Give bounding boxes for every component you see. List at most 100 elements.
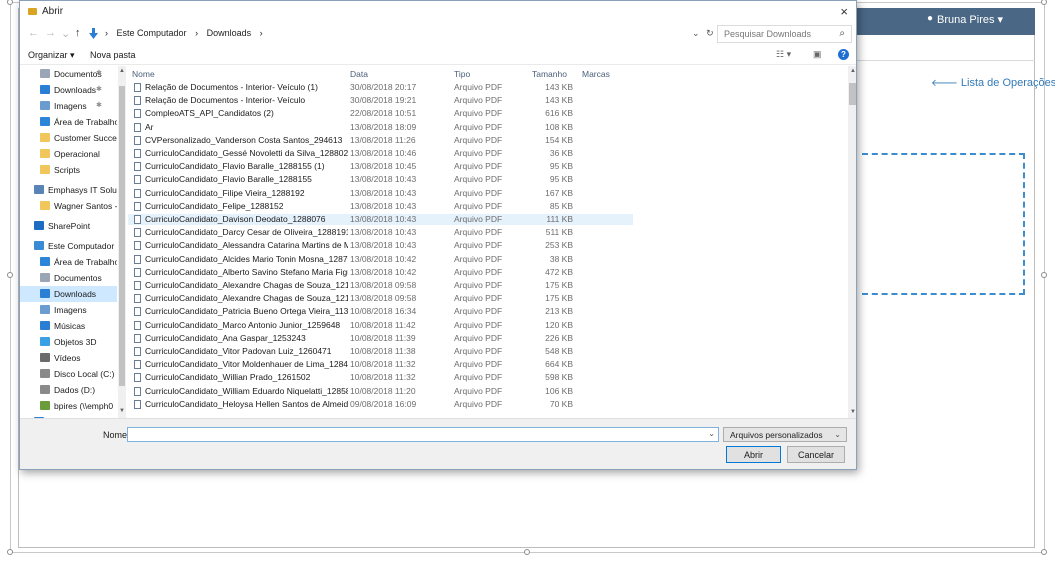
sidebar-item[interactable]: Vídeos (20, 350, 117, 366)
sidebar-item[interactable]: Scripts (20, 162, 117, 178)
sidebar-item[interactable]: Customer Success (20, 130, 117, 146)
file-row[interactable]: CurriculoCandidato_Darcy Cesar de Olivei… (128, 227, 633, 238)
file-row[interactable]: Ar 13/08/2018 18:09 Arquivo PDF 108 KB (128, 122, 633, 133)
sidebar-item[interactable]: Este Computador (20, 238, 117, 254)
sidebar-item[interactable]: Disco Local (C:) (20, 366, 117, 382)
file-row[interactable]: CurriculoCandidato_Ana Gaspar_1253243 10/… (128, 333, 633, 344)
up-arrow-icon[interactable]: ↑ (75, 27, 81, 39)
file-row[interactable]: CurriculoCandidato_Vitor Padovan Luiz_12… (128, 346, 633, 357)
sidebar-item[interactable]: Área de Trabalho (20, 254, 117, 270)
file-row[interactable]: CurriculoCandidato_Alessandra Catarina M… (128, 240, 633, 251)
file-name: CurriculoCandidato_Flavio Baralle_128815… (145, 161, 325, 172)
chevron-down-icon[interactable]: ⌄ (708, 429, 715, 438)
recent-locations-icon[interactable]: ⌄ (61, 27, 70, 40)
sidebar-item[interactable]: Downloads (20, 286, 117, 302)
sidebar-item[interactable]: Dados (D:) (20, 382, 117, 398)
file-row[interactable]: CompleoATS_API_Candidatos (2) 22/08/2018 … (128, 108, 633, 119)
file-row[interactable]: CurriculoCandidato_Alexandre Chagas de S… (128, 280, 633, 291)
breadcrumb-downloads[interactable]: Downloads (207, 28, 252, 38)
help-icon[interactable]: ? (838, 49, 849, 60)
sidebar-item[interactable]: bpires (\\emph0 (20, 398, 117, 414)
preview-pane-icon[interactable]: ▣ (813, 49, 822, 60)
back-arrow-icon[interactable]: ← (28, 27, 39, 39)
sidebar-item[interactable]: Operacional (20, 146, 117, 162)
arrow-left-icon: 🡐 (931, 78, 958, 89)
file-row[interactable]: CurriculoCandidato_Willian Prado_1261502… (128, 372, 633, 383)
breadcrumb-sep-icon: › (195, 28, 199, 38)
filename-input[interactable]: ⌄ (127, 427, 719, 442)
sidebar-item[interactable]: Músicas (20, 318, 117, 334)
address-bar[interactable]: › Este Computador › Downloads › (105, 25, 715, 43)
sidebar-item[interactable]: Documentos ✱ (20, 66, 117, 82)
file-list-scrollbar[interactable]: ▲ ▼ (848, 66, 856, 418)
scroll-down-icon[interactable]: ▼ (119, 408, 125, 414)
sidebar-item[interactable]: Emphasys IT Solutions (20, 182, 117, 198)
column-header-date[interactable]: Data (350, 69, 368, 79)
resize-handle-bottom-left[interactable] (7, 549, 13, 555)
resize-handle-bottom-center[interactable] (524, 549, 530, 555)
sidebar-item[interactable]: Área de Trabalho (20, 114, 117, 130)
file-row[interactable]: CurriculoCandidato_Flavio Baralle_128815… (128, 161, 633, 172)
sidebar-item[interactable]: Imagens (20, 302, 117, 318)
breadcrumb-sep-icon: › (259, 28, 263, 38)
search-input[interactable]: Pesquisar Downloads ⌕ (717, 25, 852, 43)
file-row[interactable]: CurriculoCandidato_Heloysa Hellen Santos… (128, 399, 633, 410)
organize-button[interactable]: Organizar ▾ (28, 50, 75, 61)
resize-handle-mid-right[interactable] (1041, 272, 1047, 278)
cancel-button[interactable]: Cancelar (787, 446, 845, 463)
file-size: 226 KB (545, 332, 573, 343)
file-row[interactable]: CurriculoCandidato_Felipe_1288152 13/08/2… (128, 201, 633, 212)
scrollbar-thumb[interactable] (849, 83, 856, 105)
sidebar-item[interactable]: Wagner Santos - Sh (20, 198, 117, 214)
scroll-up-icon[interactable]: ▲ (119, 68, 125, 74)
upload-dropzone[interactable] (862, 153, 1025, 295)
operations-list-link[interactable]: 🡐 Lista de Operações (931, 77, 1055, 89)
file-type: Arquivo PDF (454, 266, 503, 277)
file-row[interactable]: CurriculoCandidato_Marco Antonio Junior_… (128, 320, 633, 331)
header-divider (849, 60, 1035, 61)
close-icon[interactable]: × (840, 4, 848, 19)
chevron-down-icon[interactable]: ⌄ (692, 28, 700, 38)
file-row[interactable]: CVPersonalizado_Vanderson Costa Santos_2… (128, 135, 633, 146)
file-type: Arquivo PDF (454, 372, 503, 383)
file-row[interactable]: Relação de Documentos - Interior- Veícul… (128, 82, 633, 93)
scroll-up-icon[interactable]: ▲ (850, 68, 856, 74)
sidebar-item[interactable]: Documentos (20, 270, 117, 286)
file-row[interactable]: CurriculoCandidato_Vitor Moldenhauer de … (128, 359, 633, 370)
view-options-icon[interactable]: ☷ ▾ (776, 49, 791, 60)
file-row[interactable]: CurriculoCandidato_Gessé Novoletti da Si… (128, 148, 633, 159)
sidebar-item[interactable]: Imagens ✱ (20, 98, 117, 114)
resize-handle-mid-left[interactable] (7, 272, 13, 278)
scroll-down-icon[interactable]: ▼ (850, 409, 856, 415)
resize-handle-top-left[interactable] (7, 0, 13, 5)
file-row[interactable]: CurriculoCandidato_William Eduardo Nique… (128, 386, 633, 397)
refresh-icon[interactable]: ↻ (706, 28, 714, 38)
open-button[interactable]: Abrir (726, 446, 781, 463)
file-row[interactable]: CurriculoCandidato_Davison Deodato_12880… (128, 214, 633, 225)
cube-icon (40, 337, 50, 346)
column-header-size[interactable]: Tamanho (532, 69, 567, 79)
nav-pane-scrollbar[interactable]: ▲ ▼ (118, 66, 126, 418)
sidebar-item[interactable]: SharePoint (20, 218, 117, 234)
column-header-tags[interactable]: Marcas (582, 69, 610, 79)
column-header-name[interactable]: Nome (132, 69, 155, 79)
file-row[interactable]: CurriculoCandidato_Flavio Baralle_128815… (128, 174, 633, 185)
pdf-file-icon (134, 188, 141, 198)
file-row[interactable]: CurriculoCandidato_Alexandre Chagas de S… (128, 293, 633, 304)
resize-handle-bottom-right[interactable] (1041, 549, 1047, 555)
new-folder-button[interactable]: Nova pasta (90, 50, 136, 60)
file-row[interactable]: CurriculoCandidato_Alberto Savino Stefan… (128, 267, 633, 278)
user-menu[interactable]: Bruna Pires ▾ (937, 13, 1003, 26)
file-row[interactable]: CurriculoCandidato_Filipe Vieira_1288192… (128, 188, 633, 199)
sidebar-item[interactable]: Downloads ✱ (20, 82, 117, 98)
scrollbar-thumb[interactable] (119, 86, 125, 386)
file-type-select[interactable]: Arquivos personalizados ⌄ (723, 427, 847, 442)
file-row[interactable]: CurriculoCandidato_Patricia Bueno Ortega… (128, 306, 633, 317)
file-row[interactable]: CurriculoCandidato_Alcides Mario Tonin M… (128, 254, 633, 265)
breadcrumb-this-pc[interactable]: Este Computador (117, 28, 187, 38)
file-row[interactable]: Relação de Documentos - Interior- Veícul… (128, 95, 633, 106)
sidebar-item[interactable]: Objetos 3D (20, 334, 117, 350)
forward-arrow-icon[interactable]: → (45, 27, 56, 39)
column-header-type[interactable]: Tipo (454, 69, 470, 79)
resize-handle-top-right[interactable] (1041, 0, 1047, 5)
